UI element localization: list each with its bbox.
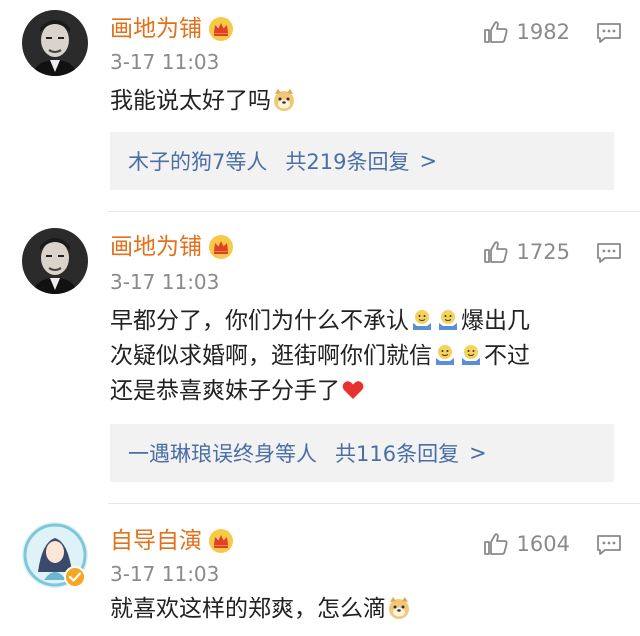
shrug-emoji-icon (462, 345, 480, 365)
username-text[interactable]: 画地为铺 (110, 17, 202, 41)
man-portrait-avatar-icon (22, 228, 88, 294)
replies-count[interactable]: 共116条回复 (335, 438, 459, 468)
crown-badge-icon (209, 17, 233, 41)
comment-text: 早都分了，你们为什么不承认 爆出几 次疑似求婚啊，逛街啊你们就信 不过 还是恭喜… (110, 304, 612, 409)
comment-text-content: 我能说太好了吗 (110, 88, 271, 114)
man-portrait-avatar-icon (22, 10, 88, 76)
comment-reply-icon[interactable] (596, 22, 622, 44)
thumbs-up-icon (483, 533, 508, 555)
comment-reply-icon[interactable] (596, 534, 622, 556)
like-count: 1725 (516, 239, 570, 264)
thumbs-up-icon (483, 241, 508, 263)
like-count: 1604 (516, 531, 570, 556)
replies-link[interactable]: 木子的狗7等人 共219条回复 > (110, 132, 614, 190)
username[interactable]: 自导自演 (110, 528, 234, 554)
username-text[interactable]: 画地为铺 (110, 235, 202, 259)
chevron-right-icon: > (419, 149, 438, 173)
like-button[interactable]: 1982 (483, 20, 570, 44)
crown-badge-icon (209, 235, 233, 259)
comment-text: 我能说太好了吗 (110, 84, 612, 119)
comment-item: 画地为铺 3-17 11:03 1982 我能说太好了吗 木子的狗7等人 共21… (0, 0, 640, 212)
like-count: 1982 (516, 19, 570, 44)
comment-time: 3-17 11:03 (110, 50, 220, 74)
comment-item: 画地为铺 3-17 11:03 1725 早都分了，你们为什么不承认 爆出几 次… (0, 212, 640, 504)
doge-emoji-icon (389, 597, 409, 619)
username[interactable]: 画地为铺 (110, 234, 234, 260)
comment-text-content: 就喜欢这样的郑爽，怎么滴 (110, 596, 386, 622)
replies-users[interactable]: 木子的狗7等人 (128, 146, 267, 176)
comment-text-line: 次疑似求婚啊，逛街啊你们就信 (110, 343, 432, 369)
red-heart-icon (342, 381, 364, 399)
shrug-emoji-icon (413, 310, 431, 330)
replies-users[interactable]: 一遇琳琅误终身等人 (128, 438, 317, 468)
comment-text: 就喜欢这样的郑爽，怎么滴 (110, 592, 612, 627)
username-text[interactable]: 自导自演 (110, 529, 202, 553)
comment-text-line: 不过 (484, 343, 530, 369)
like-button[interactable]: 1725 (483, 240, 570, 264)
comment-reply-icon[interactable] (596, 242, 622, 264)
avatar[interactable] (22, 228, 88, 294)
replies-count[interactable]: 共219条回复 (285, 146, 409, 176)
shrug-emoji-icon (436, 345, 454, 365)
shrug-emoji-icon (439, 310, 457, 330)
thumbs-up-icon (483, 21, 508, 43)
comment-text-line: 还是恭喜爽妹子分手了 (110, 378, 340, 404)
like-button[interactable]: 1604 (483, 532, 570, 556)
crown-badge-icon (209, 529, 233, 553)
comment-item: 自导自演 3-17 11:03 1604 就喜欢这样的郑爽，怎么滴 (0, 504, 640, 636)
doge-emoji-icon (274, 89, 294, 111)
replies-link[interactable]: 一遇琳琅误终身等人 共116条回复 > (110, 424, 614, 482)
comment-text-line: 早都分了，你们为什么不承认 (110, 308, 409, 334)
verified-badge-icon (64, 566, 86, 588)
username[interactable]: 画地为铺 (110, 16, 234, 42)
comment-time: 3-17 11:03 (110, 270, 220, 294)
comment-time: 3-17 11:03 (110, 562, 220, 586)
avatar[interactable] (22, 10, 88, 76)
chevron-right-icon: > (469, 441, 487, 465)
comment-text-line: 爆出几 (461, 308, 530, 334)
